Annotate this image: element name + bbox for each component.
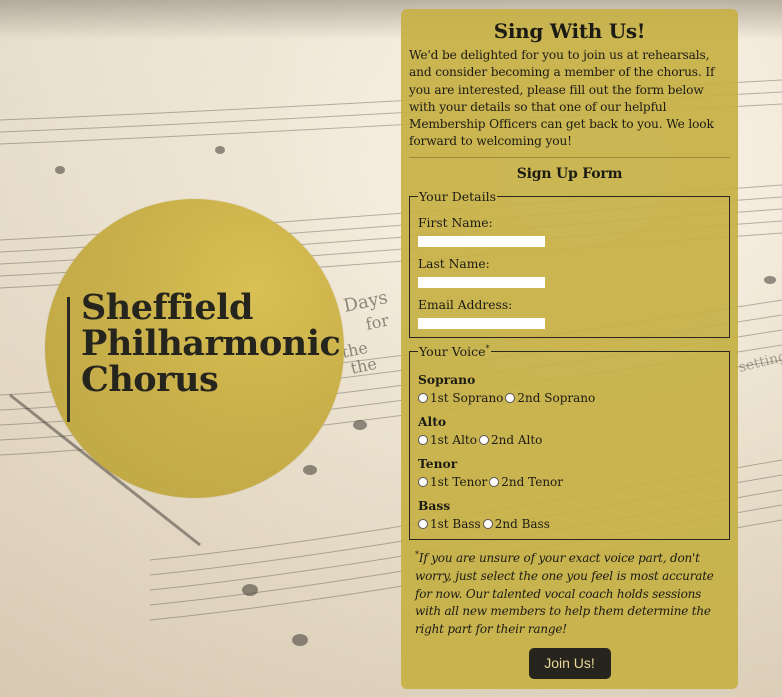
radio-2nd-alto[interactable] [478,434,489,445]
radio-2nd-soprano[interactable] [505,392,516,403]
radio-label-1st-soprano[interactable]: 1st Soprano [430,391,503,405]
last-name-label: Last Name: [418,256,490,271]
logo-line-1: Sheffield [81,287,253,328]
radio-label-2nd-soprano[interactable]: 2nd Soprano [517,391,595,405]
radio-label-2nd-alto[interactable]: 2nd Alto [491,433,542,447]
radio-1st-tenor[interactable] [418,476,428,487]
voice-legend-mark: * [485,343,490,353]
alto-options: 1st Alto 2nd Alto [418,433,721,447]
voice-group-alto: Alto [418,413,447,429]
form-title: Sign Up Form [516,165,623,182]
voice-group-tenor: Tenor [418,455,458,471]
panel-title: Sing With Us! [493,19,646,43]
tenor-options: 1st Tenor 2nd Tenor [418,475,721,489]
intro-text: We'd be delighted for you to join us at … [409,48,715,149]
bg-word-for: for [364,310,391,333]
radio-1st-alto[interactable] [418,434,428,445]
email-input[interactable] [418,317,545,329]
sign-up-panel: Sing With Us! We'd be delighted for you … [401,9,738,689]
voice-legend-text: Your Voice [419,343,486,359]
voice-group-bass: Bass [418,497,451,513]
voice-note-text: If you are unsure of your exact voice pa… [415,550,714,637]
voice-legend: Your Voice* [418,344,491,359]
bg-word-setting: setting [737,348,782,375]
last-name-input[interactable] [418,276,545,288]
voice-group-soprano: Soprano [418,371,476,387]
radio-label-1st-alto[interactable]: 1st Alto [430,433,477,447]
radio-2nd-tenor[interactable] [489,476,500,487]
chorus-logo: Sheffield Philharmonic Chorus [81,287,341,400]
radio-label-2nd-bass[interactable]: 2nd Bass [495,517,550,531]
logo-line-3: Chorus [81,359,219,400]
radio-1st-soprano[interactable] [418,392,428,403]
divider [409,156,730,158]
bass-options: 1st Bass 2nd Bass [418,517,721,531]
logo-line-2: Philharmonic [81,323,341,364]
join-us-button[interactable]: Join Us! [528,647,611,679]
first-name-input[interactable] [418,235,545,247]
radio-label-1st-tenor[interactable]: 1st Tenor [430,475,487,489]
voice-fieldset: Your Voice* Soprano 1st Soprano 2nd Sopr… [409,343,730,540]
logo-bar [67,297,70,422]
details-fieldset: Your Details First Name: Last Name: Emai… [409,188,730,338]
radio-2nd-bass[interactable] [482,518,493,529]
details-legend: Your Details [419,188,496,204]
soprano-options: 1st Soprano 2nd Soprano [418,391,721,405]
radio-label-1st-bass[interactable]: 1st Bass [430,517,481,531]
radio-label-2nd-tenor[interactable]: 2nd Tenor [501,475,563,489]
voice-note: *If you are unsure of your exact voice p… [409,546,730,639]
first-name-label: First Name: [418,215,493,230]
email-label: Email Address: [418,297,513,312]
radio-1st-bass[interactable] [418,518,428,529]
